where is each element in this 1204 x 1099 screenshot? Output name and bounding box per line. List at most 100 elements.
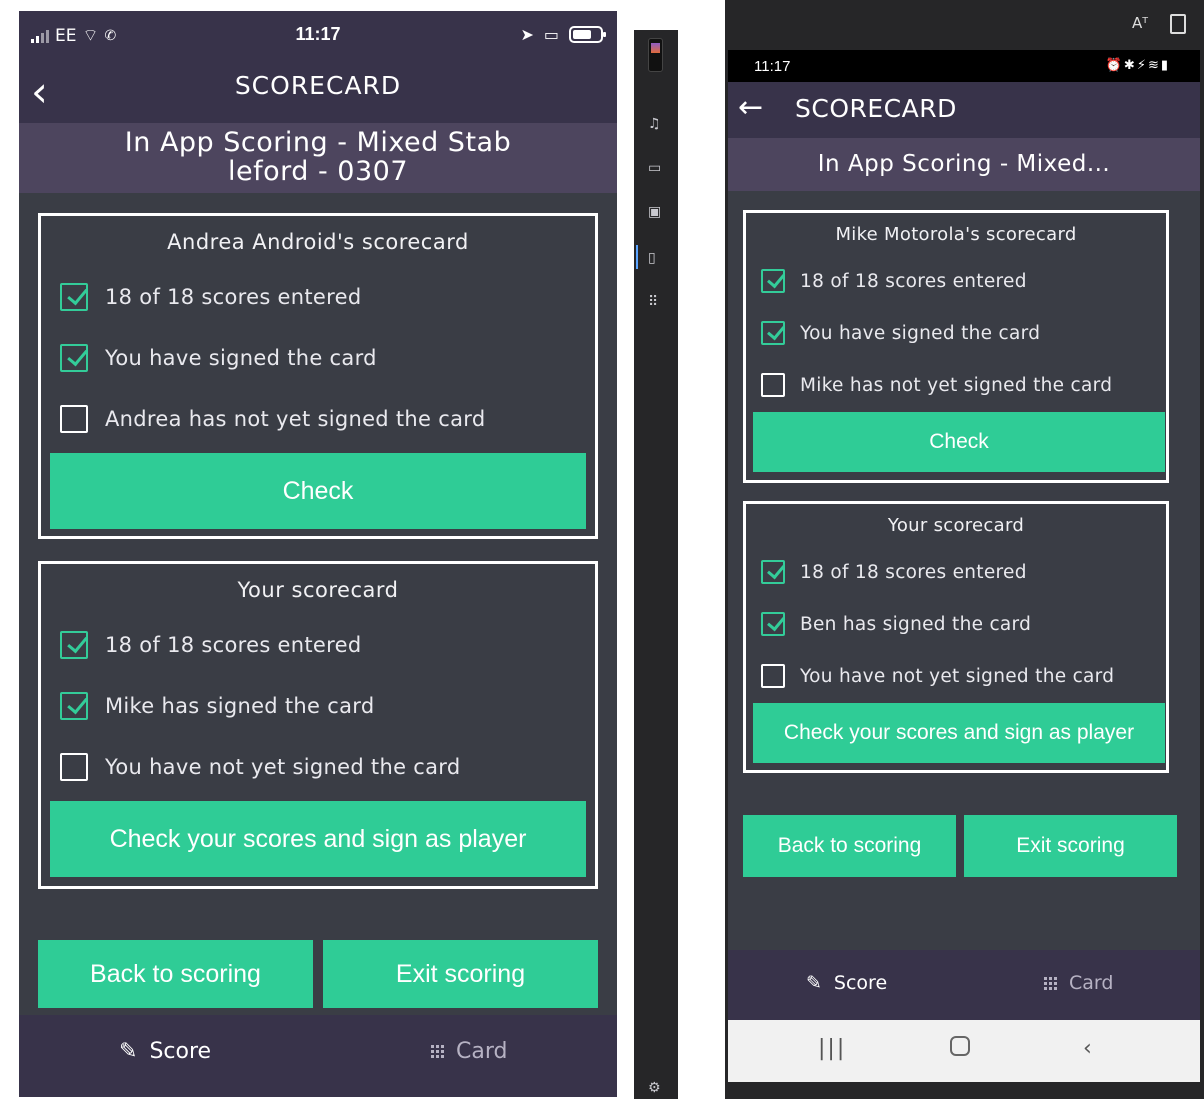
back-arrow-icon[interactable]: ← xyxy=(738,90,763,125)
screenshot-icon[interactable] xyxy=(1170,14,1186,34)
android-status-bar: 11:17 ⏰✱⚡≋▮ xyxy=(728,50,1200,82)
exit-scoring-button[interactable]: Exit scoring xyxy=(323,940,598,1008)
checkbox-checked-icon xyxy=(761,612,785,636)
status-row: 18 of 18 scores entered xyxy=(60,283,361,311)
android-status-icons: ⏰✱⚡≋▮ xyxy=(1105,58,1170,73)
checkbox-empty-icon xyxy=(761,373,785,397)
emulator-title-bar: Aᵀ xyxy=(725,0,1204,50)
status-text: You have signed the card xyxy=(105,346,377,370)
android-app-header: ← SCORECARD xyxy=(728,82,1200,138)
exit-scoring-button[interactable]: Exit scoring xyxy=(964,815,1177,877)
status-row: You have not yet signed the card xyxy=(761,664,1114,688)
battery-icon xyxy=(569,26,606,43)
android-emulator: Aᵀ 11:17 ⏰✱⚡≋▮ ← SCORECARD In App Scorin… xyxy=(725,0,1204,1099)
emulator-sidebar: ♫ ▭ ▣ ▯ ⠿ ⚙ xyxy=(634,30,678,1099)
bottom-tab-bar: ✎ Score Card xyxy=(19,1015,617,1097)
tab-score[interactable]: ✎ Score xyxy=(806,972,887,994)
keypad-icon[interactable]: ⠿ xyxy=(648,294,658,310)
location-icon: ➤ xyxy=(520,25,534,44)
your-scorecard-panel: Your scorecard 18 of 18 scores entered M… xyxy=(38,561,598,889)
scorecard-title: Your scorecard xyxy=(887,515,1025,536)
status-row: 18 of 18 scores entered xyxy=(60,631,361,659)
checkbox-empty-icon xyxy=(761,664,785,688)
scorecard-title: Mike Motorola's scorecard xyxy=(835,224,1077,245)
status-text: Andrea has not yet signed the card xyxy=(105,407,486,431)
image-icon[interactable]: ▣ xyxy=(648,204,661,220)
status-text: Ben has signed the card xyxy=(800,613,1032,635)
status-text: 18 of 18 scores entered xyxy=(800,270,1027,292)
tab-label: Score xyxy=(149,1039,212,1064)
opponent-scorecard-panel: Mike Motorola's scorecard 18 of 18 score… xyxy=(743,210,1169,483)
status-text: 18 of 18 scores entered xyxy=(105,633,362,657)
subtitle-line-1: In App Scoring - Mixed Stab xyxy=(124,127,512,158)
status-text: Mike has signed the card xyxy=(105,694,375,718)
message-icon[interactable]: ▭ xyxy=(648,160,661,176)
android-status-time: 11:17 xyxy=(754,58,791,75)
iphone-screen: EE ⌔ ✆ 11:17 ➤ ▭ ‹ SCORECARD In App Scor… xyxy=(19,11,617,1097)
status-row: You have signed the card xyxy=(761,321,1040,345)
status-row: Ben has signed the card xyxy=(761,612,1031,636)
checkbox-empty-icon xyxy=(60,753,88,781)
settings-gear-icon[interactable]: ⚙ xyxy=(648,1080,661,1096)
status-row: 18 of 18 scores entered xyxy=(761,560,1027,584)
rotate-icon[interactable]: ▯ xyxy=(648,250,656,266)
checkbox-checked-icon xyxy=(60,692,88,720)
back-to-scoring-button[interactable]: Back to scoring xyxy=(743,815,956,877)
status-text: Mike has not yet signed the card xyxy=(800,374,1113,396)
selection-indicator xyxy=(636,245,638,269)
scorecard-title: Andrea Android's scorecard xyxy=(167,230,469,254)
grid-icon xyxy=(1044,976,1057,990)
tab-score[interactable]: ✎ Score xyxy=(119,1039,211,1064)
checkbox-checked-icon xyxy=(761,321,785,345)
status-row: Mike has not yet signed the card xyxy=(761,373,1112,397)
checkbox-checked-icon xyxy=(60,283,88,311)
tab-card[interactable]: Card xyxy=(1044,972,1113,994)
status-text: 18 of 18 scores entered xyxy=(800,561,1027,583)
checkbox-checked-icon xyxy=(60,344,88,372)
opponent-scorecard-panel: Andrea Android's scorecard 18 of 18 scor… xyxy=(38,213,598,539)
status-text: You have not yet signed the card xyxy=(800,665,1115,687)
back-to-scoring-button[interactable]: Back to scoring xyxy=(38,940,313,1008)
status-row: Mike has signed the card xyxy=(60,692,374,720)
android-screen: 11:17 ⏰✱⚡≋▮ ← SCORECARD In App Scoring -… xyxy=(728,50,1200,1082)
ios-app-header: ‹ SCORECARD xyxy=(19,61,617,123)
checkbox-checked-icon xyxy=(60,631,88,659)
android-nav-bar: ||| ‹ xyxy=(728,1020,1200,1082)
home-icon[interactable] xyxy=(950,1036,970,1056)
recents-icon[interactable]: ||| xyxy=(818,1036,846,1061)
airplay-icon: ▭ xyxy=(543,25,559,44)
nav-back-icon[interactable]: ‹ xyxy=(1083,1036,1092,1061)
ios-status-right: ➤ ▭ xyxy=(520,25,606,44)
tab-label: Card xyxy=(456,1039,508,1064)
status-text: You have signed the card xyxy=(800,322,1041,344)
emulator-bottom-edge xyxy=(725,1082,1204,1099)
sign-as-player-button[interactable]: Check your scores and sign as player xyxy=(753,703,1165,763)
page-title: SCORECARD xyxy=(234,71,402,100)
tab-label: Score xyxy=(833,972,888,994)
tab-card[interactable]: Card xyxy=(431,1039,507,1064)
page-title: SCORECARD xyxy=(795,94,957,123)
status-row: Andrea has not yet signed the card xyxy=(60,405,485,433)
competition-subtitle: In App Scoring - Mixed Stab leford - 030… xyxy=(19,123,617,193)
status-row: 18 of 18 scores entered xyxy=(761,269,1027,293)
sign-as-player-button[interactable]: Check your scores and sign as player xyxy=(50,801,586,877)
tab-label: Card xyxy=(1069,972,1114,994)
check-button[interactable]: Check xyxy=(50,453,586,529)
status-text: You have not yet signed the card xyxy=(105,755,461,779)
pencil-icon: ✎ xyxy=(119,1039,138,1064)
accessibility-icon[interactable]: Aᵀ xyxy=(1132,14,1148,32)
status-text: 18 of 18 scores entered xyxy=(105,285,362,309)
grid-icon xyxy=(431,1045,444,1058)
check-button[interactable]: Check xyxy=(753,412,1165,472)
status-row: You have signed the card xyxy=(60,344,377,372)
pencil-icon: ✎ xyxy=(806,972,822,994)
device-thumbnail-icon[interactable] xyxy=(648,38,663,72)
checkbox-checked-icon xyxy=(761,269,785,293)
subtitle-line-2: leford - 0307 xyxy=(227,156,409,187)
scorecard-title: Your scorecard xyxy=(237,578,399,602)
checkbox-empty-icon xyxy=(60,405,88,433)
checkbox-checked-icon xyxy=(761,560,785,584)
your-scorecard-panel: Your scorecard 18 of 18 scores entered B… xyxy=(743,501,1169,773)
bell-icon[interactable]: ♫ xyxy=(648,116,661,132)
ios-status-bar: EE ⌔ ✆ 11:17 ➤ ▭ xyxy=(19,11,617,61)
